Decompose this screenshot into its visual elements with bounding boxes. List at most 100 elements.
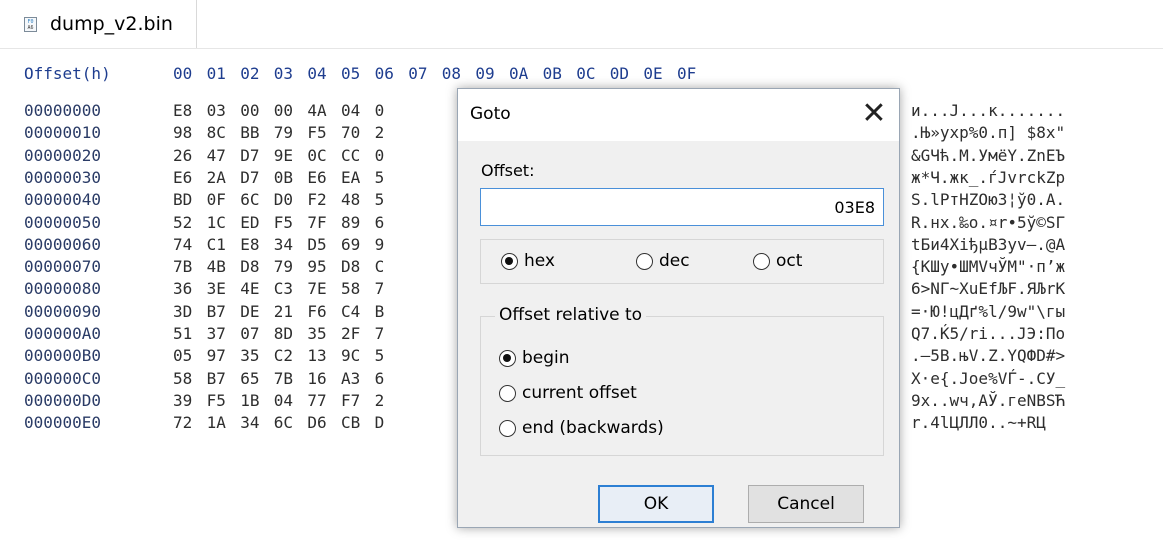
hex-byte[interactable]: BB (240, 123, 259, 142)
hex-byte[interactable]: F2 (307, 190, 326, 209)
hex-byte[interactable]: 6C (240, 190, 259, 209)
hex-byte[interactable]: F5 (274, 213, 293, 232)
hex-byte[interactable]: B7 (207, 302, 226, 321)
hex-byte[interactable]: 1C (207, 213, 226, 232)
hex-byte[interactable]: 3E (207, 279, 226, 298)
hex-byte[interactable]: CB (341, 413, 360, 432)
ascii-text[interactable]: и...J...к....... (911, 101, 1065, 120)
ascii-text[interactable]: S.lРтHZОю3¦ў0.A. (911, 190, 1065, 209)
hex-byte[interactable]: 5 (375, 190, 385, 209)
hex-byte[interactable]: 95 (307, 257, 326, 276)
hex-byte[interactable]: CC (341, 146, 360, 165)
hex-byte[interactable]: 1A (207, 413, 226, 432)
hex-byte[interactable]: 0C (307, 146, 326, 165)
hex-byte[interactable]: 1B (240, 391, 259, 410)
hex-byte[interactable]: 47 (207, 146, 226, 165)
hex-byte[interactable]: E8 (240, 235, 259, 254)
hex-byte[interactable]: C (375, 257, 385, 276)
ascii-text[interactable]: X·e{.Јое%VЃ-.СУ_ (911, 369, 1065, 388)
hex-byte[interactable]: E6 (307, 168, 326, 187)
ascii-text[interactable]: tБи4ХiђµВЗyv—.@A (911, 235, 1065, 254)
radio-begin-indicator[interactable] (499, 349, 516, 367)
hex-byte[interactable]: 2 (375, 123, 385, 142)
hex-byte[interactable]: 00 (274, 101, 293, 120)
hex-byte[interactable]: D7 (240, 146, 259, 165)
hex-byte[interactable]: 7F (307, 213, 326, 232)
hex-byte[interactable]: ED (240, 213, 259, 232)
ascii-text[interactable]: {КШу•ШМVчЎМ"·п’ж (911, 257, 1065, 276)
hex-byte[interactable]: 34 (240, 413, 259, 432)
hex-byte[interactable]: D (375, 413, 385, 432)
hex-byte[interactable]: 9 (375, 235, 385, 254)
radio-end-backwards-indicator[interactable] (499, 419, 516, 437)
hex-byte[interactable]: 37 (207, 324, 226, 343)
hex-byte[interactable]: 21 (274, 302, 293, 321)
hex-byte[interactable]: C2 (274, 346, 293, 365)
hex-byte[interactable]: D5 (307, 235, 326, 254)
ascii-text[interactable]: Q7.Ќ5/ri...JЭ:По (911, 324, 1065, 343)
hex-byte[interactable]: 58 (341, 279, 360, 298)
hex-byte[interactable]: 0 (375, 146, 385, 165)
hex-byte[interactable]: 04 (274, 391, 293, 410)
ascii-text[interactable]: =·Ю!цДґ%l/9w"\гы (911, 302, 1065, 321)
hex-byte[interactable]: F7 (341, 391, 360, 410)
hex-byte[interactable]: 89 (341, 213, 360, 232)
hex-byte[interactable]: F5 (307, 123, 326, 142)
ok-button[interactable]: OK (598, 485, 714, 523)
ascii-text[interactable]: .—5В.њV.Z.YQФD#> (911, 346, 1065, 365)
hex-byte[interactable]: C3 (274, 279, 293, 298)
hex-byte[interactable]: 65 (240, 369, 259, 388)
radio-hex[interactable]: hex (501, 251, 555, 271)
hex-byte[interactable]: 7 (375, 324, 385, 343)
hex-byte[interactable]: E8 (173, 101, 192, 120)
ascii-text[interactable]: &GЧћ.М.УмёY.ZnЕЪ (911, 146, 1065, 165)
hex-byte[interactable]: 00 (240, 101, 259, 120)
radio-oct[interactable]: oct (753, 251, 802, 271)
hex-byte[interactable]: DE (240, 302, 259, 321)
hex-byte[interactable]: 74 (173, 235, 192, 254)
ascii-text[interactable]: ж*Ч.жк_.ѓJvrckZp (911, 168, 1065, 187)
hex-byte[interactable]: A3 (341, 369, 360, 388)
hex-byte[interactable]: 6C (274, 413, 293, 432)
hex-byte[interactable]: 52 (173, 213, 192, 232)
ascii-text[interactable]: r.4lЦЛЛ0..~+RЦ (911, 413, 1046, 432)
hex-byte[interactable]: C4 (341, 302, 360, 321)
hex-byte[interactable]: 8D (274, 324, 293, 343)
hex-byte[interactable]: 69 (341, 235, 360, 254)
hex-byte[interactable]: 8C (207, 123, 226, 142)
hex-byte[interactable]: D6 (307, 413, 326, 432)
hex-byte[interactable]: 79 (274, 257, 293, 276)
hex-byte[interactable]: 72 (173, 413, 192, 432)
hex-byte[interactable]: 7B (173, 257, 192, 276)
hex-byte[interactable]: 2F (341, 324, 360, 343)
hex-byte[interactable]: 7B (274, 369, 293, 388)
radio-current-offset[interactable]: current offset (499, 383, 637, 403)
hex-byte[interactable]: 07 (240, 324, 259, 343)
hex-byte[interactable]: 4E (240, 279, 259, 298)
ascii-text[interactable]: .Њ»yхр%0.п] $8х" (911, 123, 1065, 142)
radio-oct-indicator[interactable] (753, 252, 770, 270)
radio-hex-indicator[interactable] (501, 252, 518, 270)
hex-byte[interactable]: 9E (274, 146, 293, 165)
ascii-text[interactable]: 6>NГ~ХuЕfЉF.ЯЉrК (911, 279, 1065, 298)
hex-byte[interactable]: 36 (173, 279, 192, 298)
hex-byte[interactable]: 4A (307, 101, 326, 120)
hex-byte[interactable]: 70 (341, 123, 360, 142)
hex-byte[interactable]: 13 (307, 346, 326, 365)
hex-byte[interactable]: 0 (375, 101, 385, 120)
radio-end-backwards[interactable]: end (backwards) (499, 418, 664, 438)
hex-byte[interactable]: B (375, 302, 385, 321)
radio-dec-indicator[interactable] (636, 252, 653, 270)
hex-byte[interactable]: 39 (173, 391, 192, 410)
hex-byte[interactable]: B7 (207, 369, 226, 388)
hex-byte[interactable]: 58 (173, 369, 192, 388)
radio-dec[interactable]: dec (636, 251, 690, 271)
hex-byte[interactable]: BD (173, 190, 192, 209)
close-icon[interactable]: ✕ (857, 97, 891, 131)
hex-byte[interactable]: E6 (173, 168, 192, 187)
hex-byte[interactable]: 16 (307, 369, 326, 388)
hex-byte[interactable]: 35 (307, 324, 326, 343)
hex-byte[interactable]: 97 (207, 346, 226, 365)
hex-byte[interactable]: 3D (173, 302, 192, 321)
hex-byte[interactable]: 51 (173, 324, 192, 343)
